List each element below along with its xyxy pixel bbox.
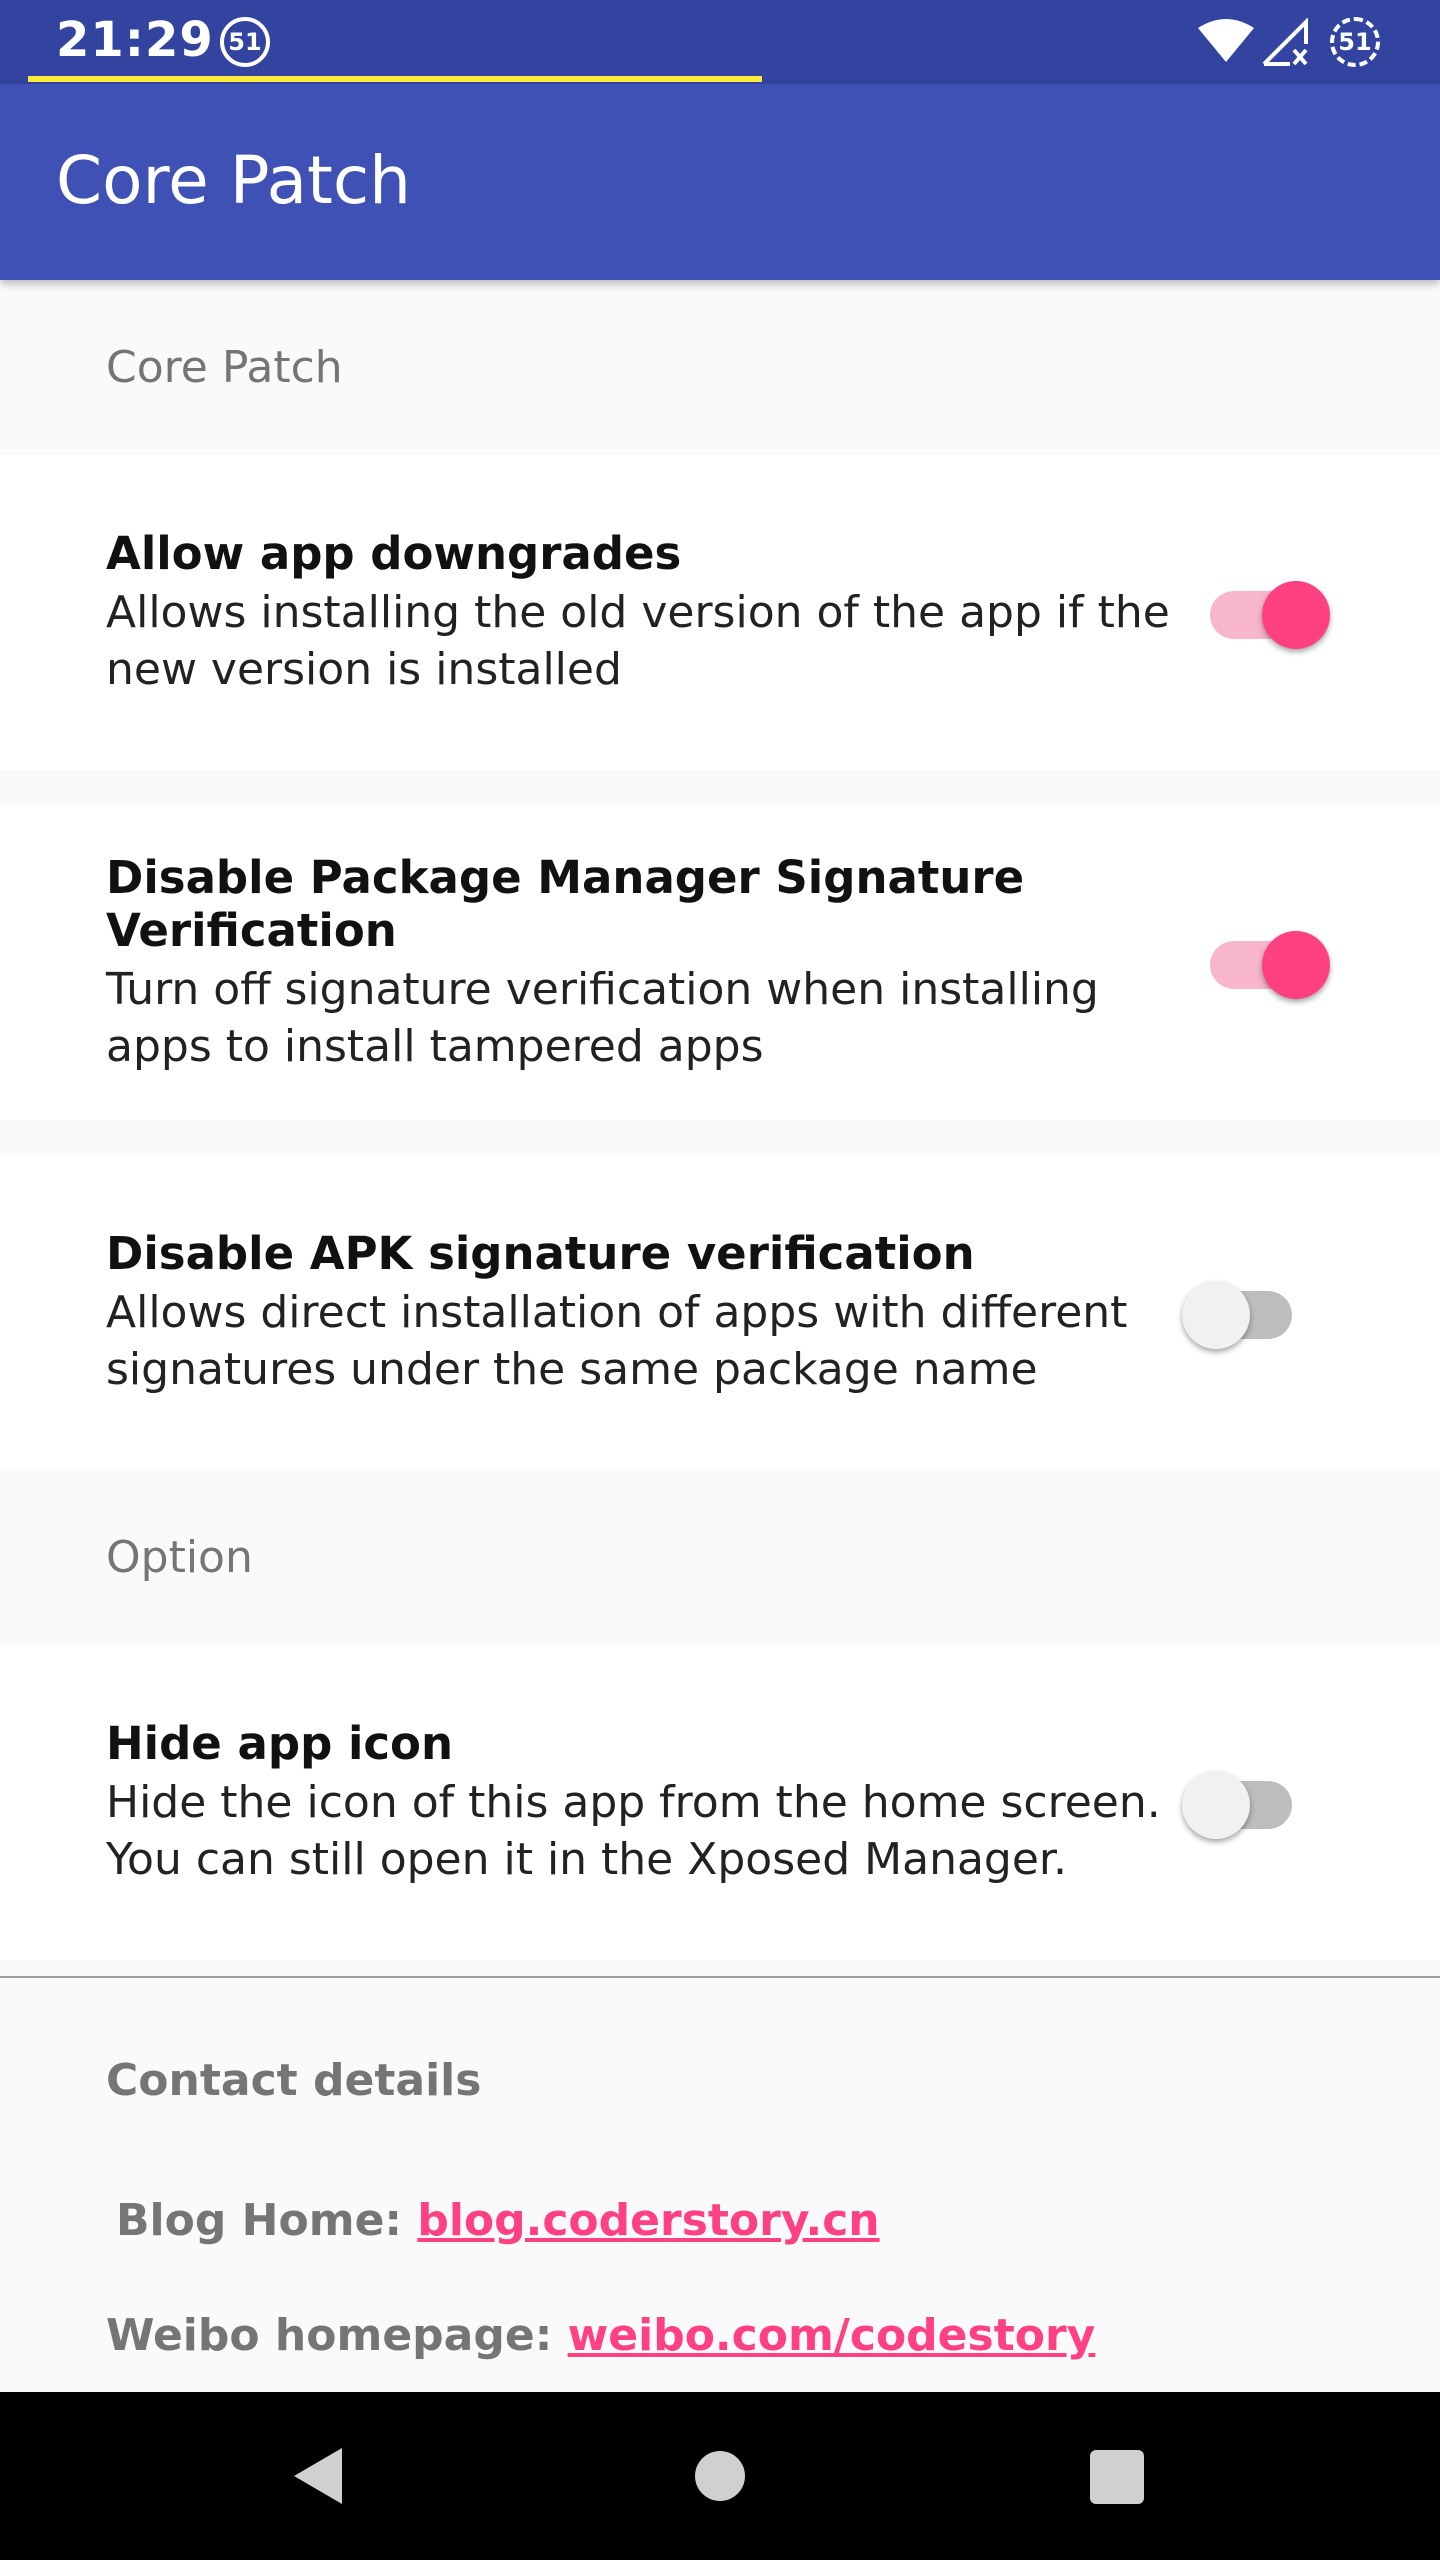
weibo-label: Weibo homepage: bbox=[106, 2310, 553, 2361]
category-header-option: Option bbox=[106, 1532, 253, 1583]
status-bar: 21:29 51 51 bbox=[0, 0, 1440, 84]
disable-pm-signature-switch[interactable] bbox=[1210, 913, 1330, 1013]
divider bbox=[0, 1976, 1440, 1978]
blog-line: Blog Home: blog.coderstory.cn bbox=[116, 2195, 880, 2246]
loading-progress-bar bbox=[28, 76, 762, 82]
pref-title: Disable Package Manager Signature Verifi… bbox=[106, 850, 1025, 957]
status-time: 21:29 bbox=[56, 12, 214, 68]
weibo-line: Weibo homepage: weibo.com/codestory bbox=[106, 2310, 1095, 2361]
pref-allow-downgrades[interactable]: Allow app downgrades Allows installing t… bbox=[0, 455, 1440, 770]
pref-hide-app-icon[interactable]: Hide app icon Hide the icon of this app … bbox=[0, 1645, 1440, 1960]
app-title: Core Patch bbox=[56, 142, 412, 219]
wifi-icon bbox=[1198, 19, 1254, 62]
pref-title: Disable APK signature verification bbox=[106, 1227, 975, 1280]
pref-title: Allow app downgrades bbox=[106, 527, 682, 580]
blog-label: Blog Home: bbox=[116, 2195, 402, 2246]
battery-badge-icon: 51 bbox=[1330, 17, 1380, 67]
pref-title: Hide app icon bbox=[106, 1717, 453, 1770]
pref-summary: Allows installing the old version of the… bbox=[106, 587, 1170, 695]
category-header-core-patch: Core Patch bbox=[106, 342, 343, 393]
pref-disable-pm-signature[interactable]: Disable Package Manager Signature Verifi… bbox=[0, 805, 1440, 1120]
blog-link[interactable]: blog.coderstory.cn bbox=[417, 2195, 879, 2246]
recents-icon[interactable] bbox=[1090, 2450, 1144, 2504]
contact-heading: Contact details bbox=[106, 2055, 482, 2106]
home-icon[interactable] bbox=[695, 2451, 745, 2501]
pref-disable-apk-signature[interactable]: Disable APK signature verification Allow… bbox=[0, 1155, 1440, 1470]
pref-summary: Allows direct installation of apps with … bbox=[106, 1287, 1128, 1395]
navigation-bar bbox=[0, 2392, 1440, 2560]
app-bar: Core Patch bbox=[0, 84, 1440, 280]
hide-app-icon-switch[interactable] bbox=[1182, 1753, 1292, 1853]
back-icon[interactable] bbox=[290, 2444, 346, 2508]
allow-downgrades-switch[interactable] bbox=[1210, 563, 1330, 663]
disable-apk-signature-switch[interactable] bbox=[1182, 1263, 1292, 1363]
pref-summary: Turn off signature verification when ins… bbox=[106, 963, 1099, 1072]
notification-badge-icon: 51 bbox=[220, 17, 270, 67]
weibo-link[interactable]: weibo.com/codestory bbox=[568, 2310, 1096, 2361]
preferences-list: Core Patch Allow app downgrades Allows i… bbox=[0, 280, 1440, 1960]
signal-icon bbox=[1262, 18, 1308, 66]
pref-summary: Hide the icon of this app from the home … bbox=[106, 1777, 1161, 1885]
